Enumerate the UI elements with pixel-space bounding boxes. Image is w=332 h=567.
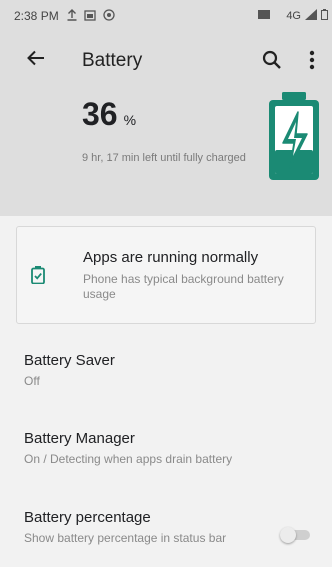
battery-level-value: 36 xyxy=(82,96,118,132)
battery-saver-status: Off xyxy=(24,374,40,388)
more-vert-icon[interactable] xyxy=(309,49,315,71)
signal-icon xyxy=(305,9,317,23)
status-bar: 2:38 PM 4G xyxy=(0,0,332,32)
page-title: Battery xyxy=(82,50,143,71)
battery-percentage-item[interactable]: Battery percentage Show battery percenta… xyxy=(0,509,332,567)
battery-check-icon xyxy=(31,266,45,289)
circle-app-icon xyxy=(103,8,115,24)
app-usage-status-card[interactable]: Apps are running normally Phone has typi… xyxy=(16,226,316,324)
battery-status-icon xyxy=(321,9,328,23)
battery-level: 36 % xyxy=(82,96,136,133)
battery-summary: 36 % 9 hr, 17 min left until fully charg… xyxy=(0,88,332,216)
battery-saver-item[interactable]: Battery Saver Off xyxy=(0,352,332,402)
network-type-icon xyxy=(258,9,282,23)
system-status-icons: 4G xyxy=(258,9,328,23)
network-label: 4G xyxy=(286,10,301,22)
battery-level-unit: % xyxy=(123,112,137,128)
charge-time-remaining: 9 hr, 17 min left until fully charged xyxy=(82,152,246,164)
notification-icons xyxy=(67,8,115,24)
battery-manager-status: On / Detecting when apps drain battery xyxy=(24,452,233,466)
back-arrow-icon[interactable] xyxy=(26,48,46,72)
battery-charging-icon xyxy=(266,92,322,187)
battery-percentage-label: Battery percentage xyxy=(24,509,151,526)
toggle-thumb xyxy=(280,527,296,543)
status-card-subtitle: Phone has typical background battery usa… xyxy=(83,272,284,301)
battery-percentage-description: Show battery percentage in status bar xyxy=(24,531,227,545)
search-icon[interactable] xyxy=(262,50,282,75)
toolbar: Battery xyxy=(0,32,332,88)
upload-icon xyxy=(67,8,77,24)
battery-manager-item[interactable]: Battery Manager On / Detecting when apps… xyxy=(0,430,332,480)
calendar-icon xyxy=(84,9,96,24)
battery-saver-label: Battery Saver xyxy=(24,352,115,369)
battery-manager-label: Battery Manager xyxy=(24,430,135,447)
status-card-title: Apps are running normally xyxy=(83,249,259,266)
battery-percentage-toggle[interactable] xyxy=(280,527,310,543)
status-time: 2:38 PM xyxy=(14,9,59,23)
